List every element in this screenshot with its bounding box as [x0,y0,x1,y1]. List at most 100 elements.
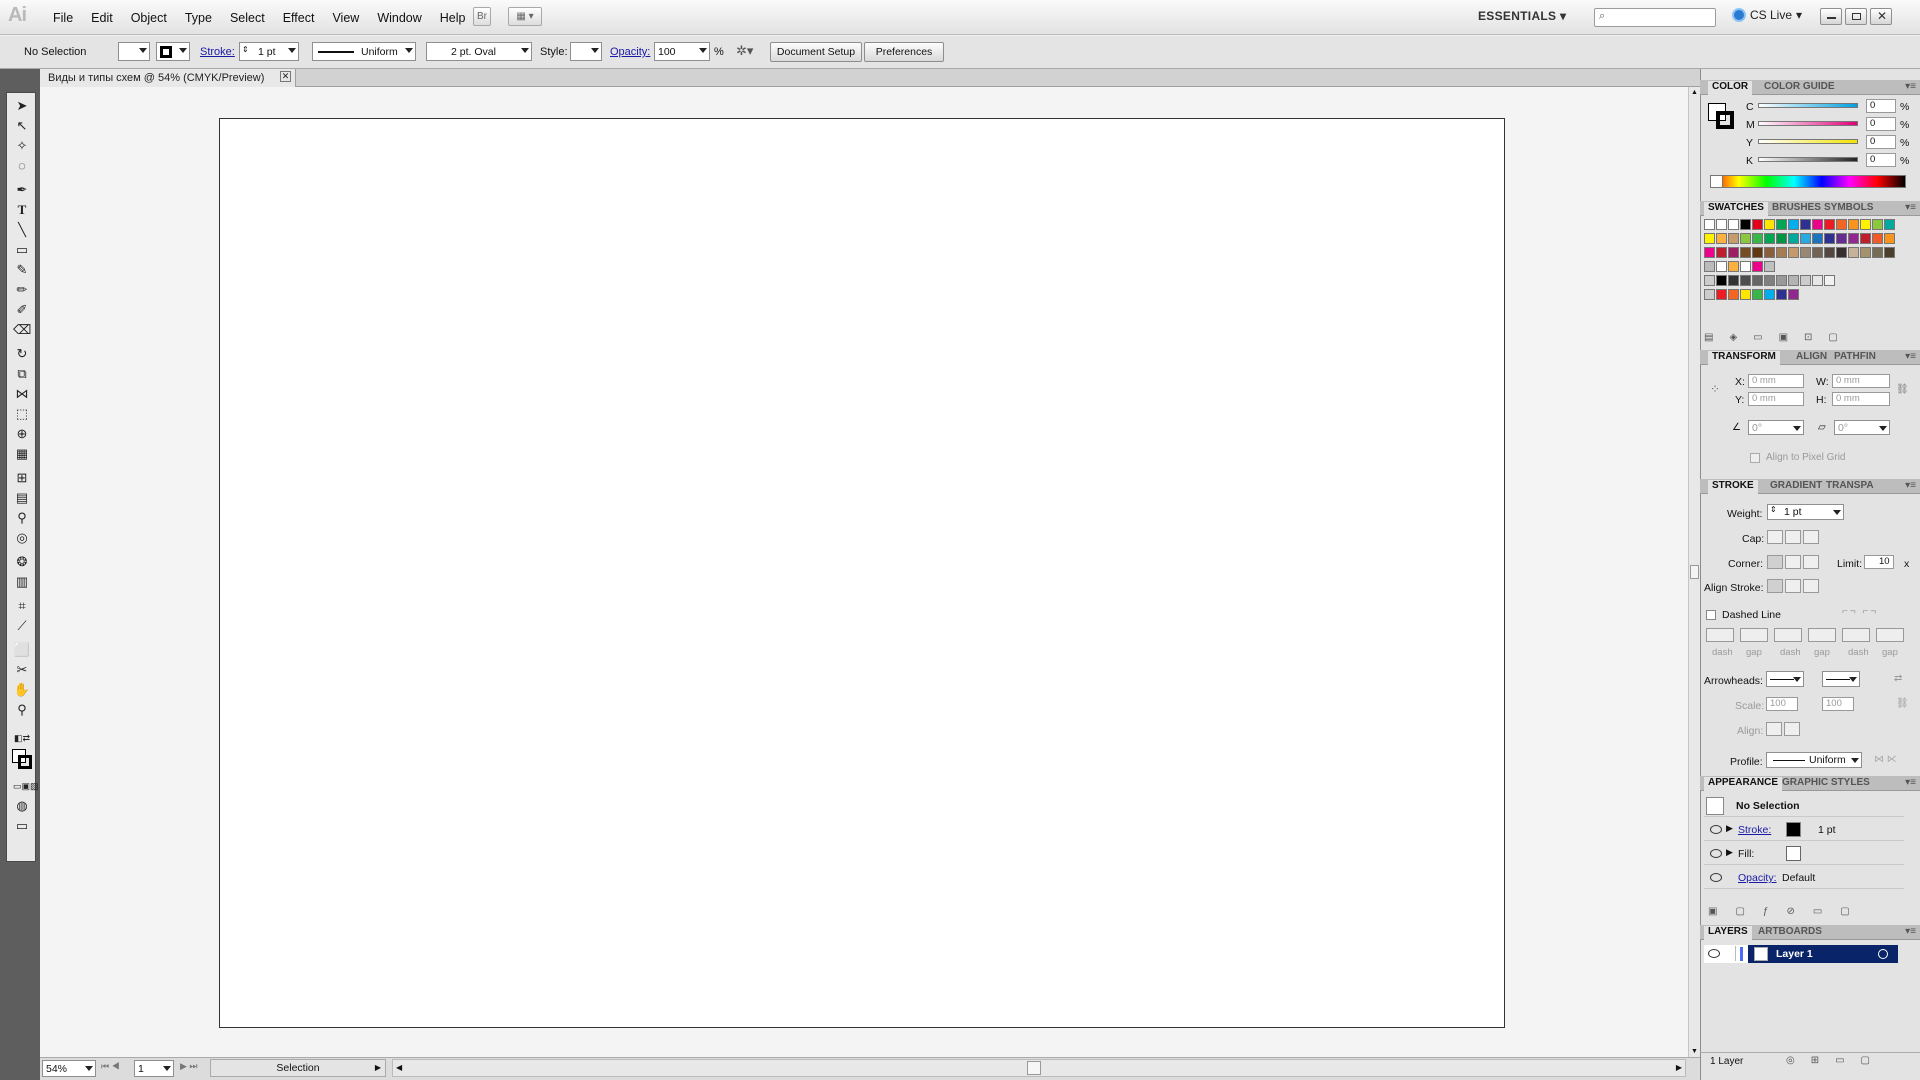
color-swatch[interactable] [1716,275,1727,286]
shape-builder-tool-icon[interactable]: ⊕ [13,425,31,443]
end-scale-field[interactable]: 100 [1822,697,1854,711]
column-graph-tool-icon[interactable]: ▥ [13,573,31,591]
align-inside-button[interactable] [1785,579,1801,593]
color-swatch[interactable] [1800,275,1811,286]
artboard[interactable] [219,118,1505,1028]
opacity-field[interactable]: 100 [654,42,710,61]
color-swatch[interactable] [1788,275,1799,286]
cmyk-slider-y[interactable] [1758,139,1858,144]
close-tab-icon[interactable]: ✕ [280,71,291,82]
tab-pathfinder[interactable]: PATHFIN [1830,351,1880,362]
layer-row[interactable]: Layer 1 [1704,945,1898,963]
color-swatch[interactable] [1860,219,1871,230]
cmyk-slider-k[interactable] [1758,157,1858,162]
arrange-documents-button[interactable]: ▦ ▾ [508,7,542,26]
artboard-number-dropdown[interactable]: 1 [134,1060,174,1077]
drawing-mode-icon[interactable]: ◍ [13,797,31,815]
zoom-tool-icon[interactable]: ⚲ [13,701,31,719]
color-swatch[interactable] [1728,275,1739,286]
preferences-button[interactable]: Preferences [864,42,944,62]
recolor-artwork-icon[interactable]: ✲▾ [736,43,762,61]
visibility-eye-icon[interactable] [1710,849,1722,858]
swap-arrowheads-icon[interactable]: ⇄ [1894,673,1902,684]
color-swatch[interactable] [1812,275,1823,286]
first-artboard-icon[interactable]: ⏮ ◀ [101,1061,120,1072]
menu-view[interactable]: View [323,11,368,25]
color-swatch[interactable] [1776,275,1787,286]
color-swatch[interactable] [1800,233,1811,244]
butt-cap-button[interactable] [1767,530,1783,544]
close-button[interactable]: ✕ [1870,8,1892,25]
tab-transform[interactable]: TRANSFORM [1708,351,1780,365]
horizontal-scroll-thumb[interactable] [1027,1061,1041,1075]
color-swatch[interactable] [1752,219,1763,230]
color-swatch[interactable] [1848,247,1859,258]
restore-button[interactable] [1845,8,1867,25]
dash-gap-field[interactable] [1740,628,1768,642]
dash-alignment-icons[interactable]: ⌐¬ ⌐¬ [1842,606,1878,617]
color-swatch[interactable] [1776,289,1787,300]
color-swatch[interactable] [1812,247,1823,258]
tab-gradient[interactable]: GRADIENT [1766,480,1826,491]
color-swatch[interactable] [1788,219,1799,230]
color-swatch[interactable] [1836,247,1847,258]
color-swatch[interactable] [1740,261,1751,272]
menu-select[interactable]: Select [221,11,274,25]
start-arrowhead-dropdown[interactable] [1766,671,1804,687]
lock-toggle-icon[interactable] [1724,946,1736,961]
transform-x-field[interactable]: 0 mm [1748,374,1804,388]
crop-area-tool-icon[interactable]: ⬜ [13,641,31,659]
menu-file[interactable]: File [44,11,82,25]
color-swatch[interactable] [1740,247,1751,258]
color-swatch[interactable] [1884,247,1895,258]
tab-align[interactable]: ALIGN [1792,351,1831,362]
vertical-scrollbar[interactable]: ▲ ▼ [1688,87,1700,1057]
appearance-fill-swatch[interactable] [1786,846,1801,861]
tab-swatches[interactable]: SWATCHES [1704,202,1768,216]
visibility-eye-icon[interactable] [1710,873,1722,882]
transform-h-field[interactable]: 0 mm [1832,392,1890,406]
scroll-left-icon[interactable]: ◀ [396,1063,402,1072]
knife-tool-icon[interactable]: ✂ [13,661,31,679]
rotate-tool-icon[interactable]: ↻ [13,345,31,363]
color-swatch[interactable] [1764,219,1775,230]
constrain-link-icon[interactable]: ⛓ [1896,384,1909,395]
color-swatch[interactable] [1848,233,1859,244]
visibility-eye-icon[interactable] [1710,825,1722,834]
color-swatch[interactable] [1812,233,1823,244]
blob-brush-tool-icon[interactable]: ✐ [13,301,31,319]
menu-window[interactable]: Window [368,11,430,25]
color-swatch[interactable] [1752,289,1763,300]
dash-gap-field[interactable] [1706,628,1734,642]
round-join-button[interactable] [1785,555,1801,569]
panel-menu-icon[interactable]: ▾≡ [1905,926,1916,937]
variable-width-profile-dropdown[interactable]: Uniform [312,42,416,61]
menu-edit[interactable]: Edit [82,11,122,25]
color-swatch[interactable] [1752,233,1763,244]
stroke-profile-dropdown[interactable]: Uniform [1766,752,1862,768]
zoom-dropdown[interactable]: 54% [42,1060,96,1077]
width-tool-icon[interactable]: ⋈ [13,385,31,403]
tab-color-guide[interactable]: COLOR GUIDE [1760,81,1839,92]
menu-help[interactable]: Help [431,11,475,25]
brush-definition-dropdown[interactable]: 2 pt. Oval [426,42,532,61]
start-scale-field[interactable]: 100 [1766,697,1798,711]
color-swatch[interactable] [1728,289,1739,300]
color-swatch[interactable] [1812,219,1823,230]
end-arrowhead-dropdown[interactable] [1822,671,1860,687]
visibility-eye-icon[interactable] [1708,949,1720,958]
dash-gap-field[interactable] [1876,628,1904,642]
layers-panel-buttons[interactable]: ◎⊞▭▢ [1786,1055,1886,1066]
flip-profile-icons[interactable]: ⋈ ⋉ [1874,754,1897,765]
panel-menu-icon[interactable]: ▾≡ [1905,480,1916,491]
color-swatch[interactable] [1776,219,1787,230]
weight-field[interactable]: ⇕ 1 pt [1767,504,1844,520]
eraser-tool-icon[interactable]: ⌫ [13,321,31,339]
color-swatch[interactable] [1764,289,1775,300]
color-swatch[interactable] [1716,219,1727,230]
cmyk-field-y[interactable]: 0 [1866,135,1896,149]
tab-stroke[interactable]: STROKE [1708,480,1758,494]
color-swatch[interactable] [1788,289,1799,300]
appearance-opacity-link[interactable]: Opacity: [1738,872,1777,884]
pen-tool-icon[interactable]: ✒ [13,181,31,199]
